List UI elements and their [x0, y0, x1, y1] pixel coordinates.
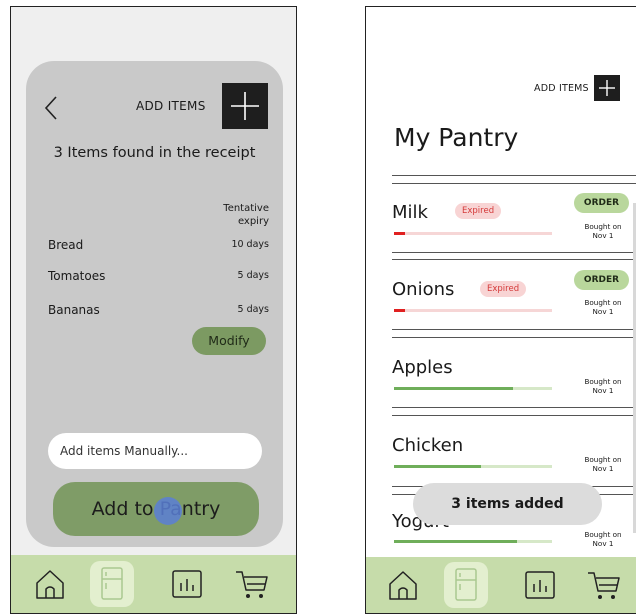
fridge-icon[interactable] [447, 566, 485, 604]
pantry-item-name: Onions [392, 279, 455, 300]
receipt-item-row: Bread 10 days [48, 238, 269, 256]
divider [392, 252, 636, 253]
item-expiry: 5 days [237, 304, 270, 315]
freshness-fill [394, 465, 481, 468]
add-items-manually-input[interactable] [48, 433, 262, 469]
chart-icon[interactable] [521, 566, 559, 604]
modify-button[interactable]: Modify [192, 327, 266, 355]
plus-icon [231, 92, 259, 120]
bought-date: Bought on Nov 1 [584, 298, 622, 316]
item-name: Bananas [48, 303, 100, 317]
bought-date: Bought on Nov 1 [584, 530, 622, 548]
pantry-screen: ADD ITEMS My Pantry Milk Expired ORDER B… [365, 6, 636, 614]
receipt-screen: ADD ITEMS 3 Items found in the receipt T… [10, 6, 297, 614]
fridge-icon[interactable] [93, 565, 131, 603]
add-items-label: ADD ITEMS [534, 83, 589, 94]
bought-date: Bought on Nov 1 [584, 222, 622, 240]
divider [392, 415, 636, 416]
divider [392, 329, 636, 330]
bottom-nav [11, 555, 296, 613]
freshness-bar [394, 232, 552, 235]
order-button[interactable]: ORDER [574, 270, 629, 290]
receipt-item-row: Tomatoes 5 days [48, 269, 269, 287]
pantry-item-name: Chicken [392, 435, 464, 456]
cart-icon[interactable] [585, 566, 623, 604]
add-items-label: ADD ITEMS [136, 99, 206, 113]
divider [392, 337, 636, 338]
item-name: Bread [48, 238, 84, 252]
page-title: My Pantry [394, 123, 519, 152]
freshness-bar [394, 387, 552, 390]
bottom-nav [366, 557, 636, 613]
freshness-bar [394, 309, 552, 312]
bought-date: Bought on Nov 1 [584, 377, 622, 395]
divider [392, 259, 636, 260]
freshness-fill [394, 232, 406, 235]
expired-badge: Expired [455, 203, 502, 219]
items-found-heading: 3 Items found in the receipt [53, 145, 256, 161]
receipt-item-row: Bananas 5 days [48, 303, 269, 321]
items-added-toast: 3 items added [413, 483, 602, 525]
add-items-card: ADD ITEMS 3 Items found in the receipt T… [26, 61, 283, 547]
expiry-column-header: Tentative expiry [223, 203, 269, 227]
freshness-fill [394, 540, 518, 543]
divider [392, 407, 636, 408]
item-name: Tomatoes [48, 269, 106, 283]
freshness-fill [394, 309, 406, 312]
divider [392, 183, 636, 184]
add-items-button[interactable] [594, 75, 620, 101]
pantry-item-name: Apples [392, 357, 453, 378]
add-items-button[interactable] [222, 83, 268, 129]
bought-date: Bought on Nov 1 [584, 455, 622, 473]
freshness-bar [394, 465, 552, 468]
divider [392, 175, 636, 176]
freshness-bar [394, 540, 552, 543]
freshness-fill [394, 387, 513, 390]
home-icon[interactable] [384, 566, 422, 604]
chart-icon[interactable] [168, 565, 206, 603]
plus-icon [599, 80, 615, 96]
home-icon[interactable] [31, 565, 69, 603]
back-chevron-icon[interactable] [42, 95, 62, 121]
order-button[interactable]: ORDER [574, 193, 629, 213]
cart-icon[interactable] [233, 565, 271, 603]
item-expiry: 5 days [237, 270, 270, 281]
expired-badge: Expired [480, 281, 527, 297]
touch-indicator [154, 497, 182, 525]
item-expiry: 10 days [231, 239, 269, 250]
pantry-item-name: Milk [392, 202, 428, 223]
